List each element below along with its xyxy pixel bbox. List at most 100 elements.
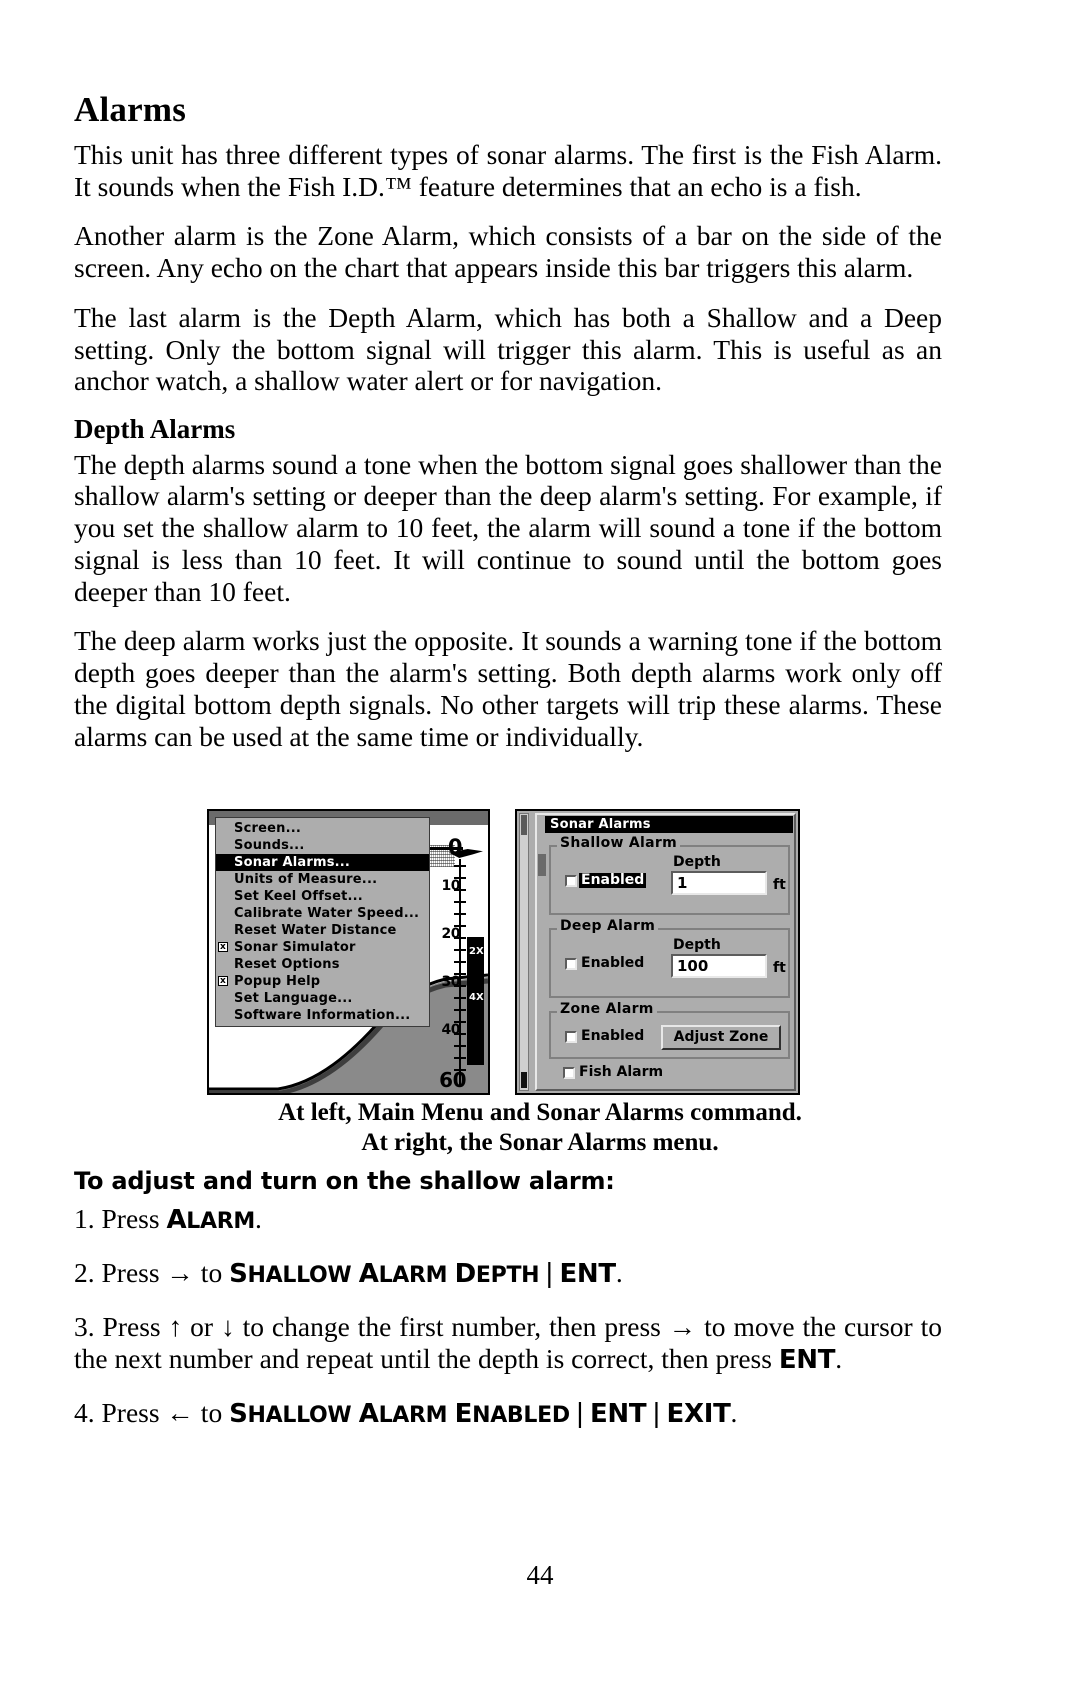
checkbox-unchecked-icon[interactable]	[565, 957, 577, 970]
checkbox-checked-icon[interactable]: x	[218, 976, 228, 986]
shallow-alarm-enabled-label: Enabled	[579, 872, 647, 888]
depth-label-0: 0	[447, 835, 463, 859]
menu-item-popup-help[interactable]: x Popup Help	[216, 973, 429, 990]
menu-item-calibrate-water-speed[interactable]: Calibrate Water Speed...	[216, 905, 429, 922]
menu-item-label: Sonar Alarms...	[234, 855, 351, 870]
depth-tick	[454, 1045, 466, 1047]
depth-tick	[454, 865, 466, 867]
zone-bar-label-4x: 4X	[469, 992, 484, 1003]
checkbox-unchecked-icon[interactable]	[565, 874, 577, 887]
depth-label-20: 20	[441, 926, 461, 942]
deep-alarm-enabled-row[interactable]: Enabled	[565, 956, 646, 971]
key-ent: ENT	[589, 1398, 647, 1429]
menu-item-label: Set Language...	[234, 991, 353, 1006]
checkbox-unchecked-icon[interactable]	[565, 1030, 577, 1043]
menu-item-label: Reset Water Distance	[234, 923, 397, 938]
shallow-alarm-enabled-row[interactable]: Enabled	[565, 872, 647, 888]
section-subheading: Depth Alarms	[74, 414, 236, 444]
menu-item-units-of-measure[interactable]: Units of Measure...	[216, 871, 429, 888]
depth-tick	[454, 913, 466, 915]
step-post: .	[835, 1342, 843, 1374]
left-device-screenshot: 0 10 20 30 40 60 2X 4X Screen... Sounds.…	[207, 809, 490, 1095]
deep-alarm-unit-label: ft	[773, 960, 786, 976]
menu-item-label: Units of Measure...	[234, 872, 378, 887]
dialog-scrollbar-thumb[interactable]	[538, 854, 546, 876]
menu-item-label: Calibrate Water Speed...	[234, 906, 420, 921]
depth-alarms-paragraph-2: The deep alarm works just the opposite. …	[74, 625, 942, 752]
deep-alarm-group-label: Deep Alarm	[557, 919, 659, 933]
zone-bar-label-2x: 2X	[469, 946, 484, 957]
zone-alarm-enabled-label: Enabled	[581, 1028, 645, 1044]
body-paragraph-2: Another alarm is the Zone Alarm, which c…	[74, 220, 942, 283]
shallow-alarm-unit-label: ft	[773, 877, 786, 893]
menu-item-label: Software Information...	[234, 1008, 411, 1023]
page-content: Alarms This unit has three different typ…	[74, 90, 942, 752]
key-shallow-alarm-depth: SHALLOW ALARM DEPTH	[229, 1259, 540, 1290]
page-title: Alarms	[74, 90, 187, 129]
procedure-step-3: 3. Press ↑ or ↓ to change the first numb…	[74, 1311, 942, 1375]
deep-alarm-depth-label: Depth	[673, 937, 721, 953]
step-post: .	[730, 1396, 738, 1428]
deep-alarm-depth-input[interactable]: 100	[671, 954, 767, 978]
caption-line-1: At left, Main Menu and Sonar Alarms comm…	[278, 1099, 802, 1126]
procedure-step-4: 4. Press ← to SHALLOW ALARM ENABLED | EN…	[74, 1396, 738, 1429]
checkbox-checked-icon[interactable]: x	[218, 942, 228, 952]
step-post: .	[615, 1257, 623, 1289]
menu-item-reset-water-distance[interactable]: Reset Water Distance	[216, 922, 429, 939]
step-number: 3.	[74, 1311, 95, 1343]
procedure-section: To adjust and turn on the shallow alarm:…	[74, 1167, 942, 1451]
shallow-alarm-group-label: Shallow Alarm	[557, 836, 680, 850]
menu-item-reset-options[interactable]: Reset Options	[216, 956, 429, 973]
procedure-step-1: 1. Press ALARM.	[74, 1203, 942, 1235]
menu-item-label: Sonar Simulator	[234, 940, 356, 955]
document-page: Alarms This unit has three different typ…	[0, 0, 1080, 1682]
deep-alarm-enabled-label: Enabled	[581, 955, 645, 971]
step-post: .	[254, 1203, 262, 1234]
depth-tick	[454, 949, 466, 951]
zone-alarm-enabled-row[interactable]: Enabled	[565, 1029, 646, 1044]
dialog-scrollbar[interactable]	[538, 834, 546, 1088]
step-number: 1.	[74, 1203, 95, 1234]
depth-alarms-paragraph-1: The depth alarms sound a tone when the b…	[74, 448, 942, 607]
menu-item-set-language[interactable]: Set Language...	[216, 990, 429, 1007]
step-text: Press ← to	[101, 1396, 230, 1428]
step-number: 2.	[74, 1257, 95, 1289]
shallow-alarm-depth-label: Depth	[673, 854, 721, 870]
menu-item-label: Popup Help	[234, 974, 321, 989]
right-device-screenshot: Sonar Alarms Shallow Alarm Enabled Depth…	[515, 809, 800, 1095]
menu-item-screen[interactable]: Screen...	[216, 820, 429, 837]
main-menu-panel[interactable]: Screen... Sounds... Sonar Alarms... Unit…	[215, 817, 430, 1027]
menu-item-software-information[interactable]: Software Information...	[216, 1007, 429, 1024]
depth-tick	[454, 997, 466, 999]
procedure-heading: To adjust and turn on the shallow alarm:	[74, 1167, 615, 1195]
shallow-alarm-depth-input[interactable]: 1	[671, 871, 767, 895]
menu-item-sonar-alarms[interactable]: Sonar Alarms...	[216, 854, 429, 871]
menu-item-label: Screen...	[234, 821, 301, 836]
depth-tick	[454, 961, 466, 963]
fish-alarm-label: Fish Alarm	[579, 1064, 664, 1080]
menu-item-sonar-simulator[interactable]: x Sonar Simulator	[216, 939, 429, 956]
key-shallow-alarm-enabled: SHALLOW ALARM ENABLED	[229, 1398, 570, 1429]
checkbox-unchecked-icon[interactable]	[563, 1066, 575, 1079]
scrollbar-thumb[interactable]	[521, 815, 527, 835]
adjust-zone-button[interactable]: Adjust Zone	[661, 1025, 781, 1050]
procedure-step-2: 2. Press → to SHALLOW ALARM DEPTH | ENT.	[74, 1257, 623, 1290]
key-ent: ENT	[778, 1344, 836, 1375]
body-paragraph-3: The last alarm is the Depth Alarm, which…	[74, 301, 942, 397]
scrollbar-thumb-bottom[interactable]	[521, 1072, 527, 1088]
menu-item-label: Reset Options	[234, 957, 340, 972]
shallow-alarm-group: Shallow Alarm Enabled Depth 1 ft	[549, 836, 790, 915]
depth-label-30: 30	[441, 974, 461, 990]
depth-label-60: 60	[439, 1068, 466, 1092]
figure-screenshots: 0 10 20 30 40 60 2X 4X Screen... Sounds.…	[0, 806, 1080, 1096]
step-text: Press	[101, 1203, 167, 1234]
device-scrollbar[interactable]	[519, 813, 529, 1091]
caption-line-2: At right, the Sonar Alarms menu.	[361, 1128, 719, 1156]
figure-caption: At left, Main Menu and Sonar Alarms comm…	[0, 1098, 1080, 1157]
key-alarm: ALARM	[166, 1205, 255, 1235]
body-paragraph-1: This unit has three different types of s…	[74, 138, 942, 202]
menu-item-set-keel-offset[interactable]: Set Keel Offset...	[216, 888, 429, 905]
fish-alarm-row[interactable]: Fish Alarm	[563, 1065, 665, 1080]
depth-tick	[454, 901, 466, 903]
menu-item-sounds[interactable]: Sounds...	[216, 837, 429, 854]
